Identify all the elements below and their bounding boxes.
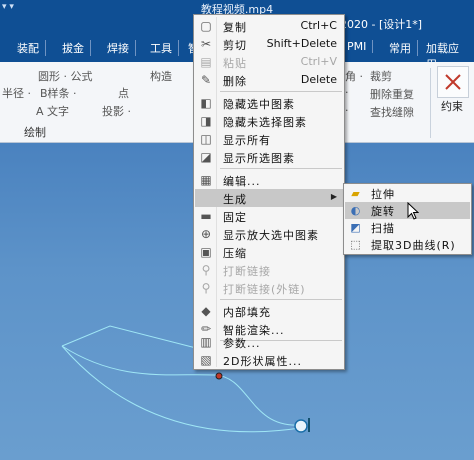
menu-item-edit[interactable]: ▦ 编辑... xyxy=(195,171,343,189)
menu-item-show-all[interactable]: ◫ 显示所有 xyxy=(195,130,343,148)
tab-common[interactable]: 常用 xyxy=(389,40,418,56)
show-selected-icon: ◪ xyxy=(200,150,212,164)
copy-icon: ▢ xyxy=(200,19,212,33)
extract-curve-icon: ⬚ xyxy=(350,238,361,251)
tab-tools[interactable]: 工具 xyxy=(150,40,179,56)
sketch-curve-top[interactable] xyxy=(61,325,201,350)
submenu-item-sweep[interactable]: ◩ 扫描 xyxy=(345,219,470,236)
menu-item-break-external-link[interactable]: ⚲ 打断链接(外链) xyxy=(195,279,343,297)
tab-assembly[interactable]: 装配 xyxy=(17,40,46,56)
zoom-icon: ⊕ xyxy=(200,227,212,241)
submenu-arrow-icon: ▶ xyxy=(330,192,337,201)
menu-separator xyxy=(220,299,342,300)
menu-item-fill[interactable]: ◆ 内部填充 xyxy=(195,302,343,320)
menu-item-hide-selected[interactable]: ◧ 隐藏选中图素 xyxy=(195,94,343,112)
submenu-item-extract-3d-curve[interactable]: ⬚ 提取3D曲线(R) xyxy=(345,236,470,253)
ribbon-trim[interactable]: 裁剪 xyxy=(370,68,392,84)
hide-selected-icon: ◧ xyxy=(200,96,212,110)
sweep-icon: ◩ xyxy=(350,221,361,234)
menu-item-hide-unselected[interactable]: ◨ 隐藏未选择图素 xyxy=(195,112,343,130)
properties-icon: ▧ xyxy=(200,353,212,367)
menu-item-break-link[interactable]: ⚲ 打断链接 xyxy=(195,261,343,279)
menu-item-2d-shape-properties[interactable]: ▧ 2D形状属性... xyxy=(195,351,343,369)
break-external-link-icon: ⚲ xyxy=(201,281,211,295)
ribbon-point[interactable]: 点 xyxy=(118,85,129,101)
revolve-icon: ◐ xyxy=(350,204,361,217)
constraint-icon[interactable] xyxy=(437,66,469,98)
ribbon-find-gaps[interactable]: 查找缝隙 xyxy=(370,104,414,120)
tab-sheet-metal[interactable]: 拔金 xyxy=(62,40,91,56)
hide-unselected-icon: ◨ xyxy=(200,114,212,128)
menu-item-fix[interactable]: ▬ 固定 xyxy=(195,207,343,225)
tab-welding[interactable]: 焊接 xyxy=(107,40,136,56)
menu-item-delete[interactable]: ✎ 删除 Delete xyxy=(195,71,343,89)
menu-separator xyxy=(220,91,342,92)
ribbon-bspline[interactable]: B样条 · xyxy=(40,85,77,101)
menu-separator xyxy=(220,168,342,169)
tab-pmi[interactable]: PMI xyxy=(347,40,374,53)
mouse-cursor-icon xyxy=(407,202,419,220)
ribbon-separator xyxy=(430,68,431,138)
anchor-point-icon[interactable] xyxy=(215,372,223,380)
menu-item-zoom-selected[interactable]: ⊕ 显示放大选中图素 xyxy=(195,225,343,243)
document-title: 2020 - [设计1*] xyxy=(340,18,423,31)
ribbon-right-dot-1: · xyxy=(345,86,349,99)
compress-icon: ▣ xyxy=(200,245,212,259)
ribbon-group-draw: 绘制 xyxy=(24,126,46,139)
menu-item-compress[interactable]: ▣ 压缩 xyxy=(195,243,343,261)
cut-icon: ✂ xyxy=(200,37,212,51)
ribbon-text[interactable]: A 文字 xyxy=(36,103,69,119)
menu-item-copy[interactable]: ▢ 复制 Ctrl+C xyxy=(195,17,343,35)
menu-item-generate[interactable]: 生成 ▶ xyxy=(195,189,343,207)
break-link-icon: ⚲ xyxy=(201,263,211,277)
ribbon-corner[interactable]: 角 · xyxy=(345,68,363,84)
menu-item-parameters[interactable]: ▥ 参数... xyxy=(195,333,343,351)
ribbon-constraint-label[interactable]: 约束 xyxy=(441,98,463,114)
generate-icon xyxy=(199,191,213,205)
submenu-item-extrude[interactable]: ▰ 拉伸 xyxy=(345,185,470,202)
ribbon-remove-duplicates[interactable]: 删除重复 xyxy=(370,86,414,102)
ribbon-project[interactable]: 投影 · xyxy=(102,103,131,119)
fill-bucket-icon: ◆ xyxy=(201,304,211,318)
fix-icon: ▬ xyxy=(200,209,212,223)
parameters-icon: ▥ xyxy=(200,335,212,349)
menu-item-cut[interactable]: ✂ 剪切 Shift+Delete xyxy=(195,35,343,53)
paste-icon: ▤ xyxy=(200,55,212,69)
ribbon-radius[interactable]: 半径 · xyxy=(2,85,31,101)
extrude-icon: ▰ xyxy=(351,187,360,200)
ribbon-construct[interactable]: 构造 xyxy=(150,68,172,84)
show-all-icon: ◫ xyxy=(200,132,212,146)
menu-item-show-selected[interactable]: ◪ 显示所选图素 xyxy=(195,148,343,166)
edit-icon: ▦ xyxy=(200,173,212,187)
context-menu: ▢ 复制 Ctrl+C ✂ 剪切 Shift+Delete ▤ 粘贴 Ctrl+… xyxy=(193,14,345,370)
sketch-handle-icon[interactable] xyxy=(294,419,308,433)
eraser-icon: ✎ xyxy=(200,73,212,87)
menu-item-paste[interactable]: ▤ 粘贴 Ctrl+V xyxy=(195,53,343,71)
ribbon-circle-formula[interactable]: 圆形 · 公式 xyxy=(38,68,93,84)
ribbon-right-dot-2: · xyxy=(345,104,349,117)
